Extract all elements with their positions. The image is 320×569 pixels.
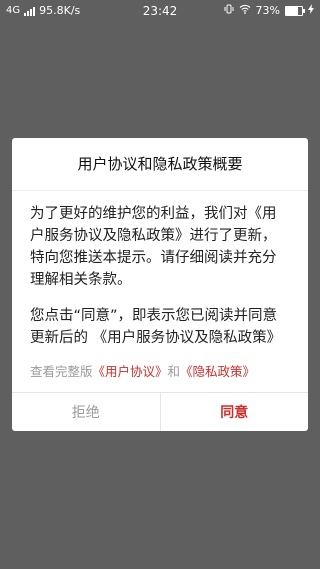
privacy-policy-link[interactable]: 《隐私政策》	[180, 364, 255, 379]
dialog-title: 用户协议和隐私政策概要	[12, 138, 308, 191]
wifi-icon	[239, 4, 251, 17]
dialog-paragraph-update: 为了更好的维护您的利益，我们对《用户服务协议及隐私政策》进行了更新，特向您推送本…	[30, 206, 277, 288]
charging-icon	[308, 4, 314, 17]
full-version-links: 查看完整版《用户协议》和《隐私政策》	[30, 361, 290, 383]
dialog-buttons: 拒绝 同意	[12, 392, 308, 431]
battery-icon	[285, 5, 305, 16]
reject-button[interactable]: 拒绝	[12, 393, 161, 431]
privacy-dialog: 用户协议和隐私政策概要 为了更好的维护您的利益，我们对《用户服务协议及隐私政策》…	[12, 138, 308, 431]
vibrate-icon	[224, 4, 234, 17]
battery-fill	[286, 6, 298, 15]
status-bar: 4G 95.8K/s 23:42 73%	[0, 0, 320, 22]
agree-button[interactable]: 同意	[161, 393, 309, 431]
user-agreement-link[interactable]: 《用户协议》	[93, 364, 168, 379]
links-and: 和	[167, 364, 181, 379]
dialog-body: 为了更好的维护您的利益，我们对《用户服务协议及隐私政策》进行了更新，特向您推送本…	[12, 191, 308, 383]
status-right: 73%	[224, 4, 314, 17]
battery-percent: 73%	[255, 4, 280, 17]
links-prefix: 查看完整版	[30, 364, 93, 379]
dialog-paragraph-consent: 您点击“同意”，即表示您已阅读并同意更新后的 《用户服务协议及隐私政策》	[30, 308, 282, 346]
